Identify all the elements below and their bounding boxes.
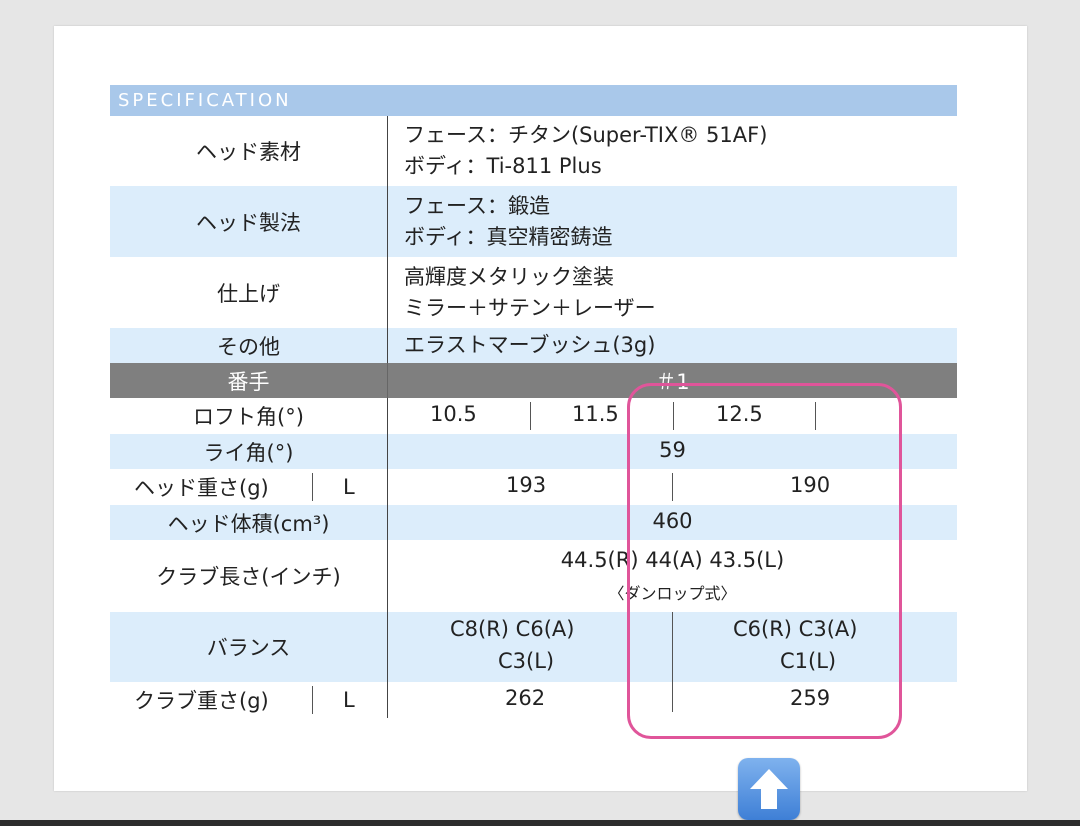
value-line: 高輝度メタリック塗装 (404, 264, 614, 289)
row-label: ヘッド重さ(g) (134, 476, 269, 500)
balance-left-line: C8(R) C6(A) (450, 617, 575, 641)
flex-label: L (343, 475, 355, 499)
row-value: 10.5 11.5 12.5 (387, 398, 957, 434)
value-line: フェース：チタン(Super-TIX® 51AF) (404, 123, 768, 147)
row-value: エラストマーブッシュ(3g) (387, 328, 957, 363)
spec-page: SPECIFICATION ヘッド素材 フェース：チタン(Super-TIX® … (54, 26, 1027, 791)
row-label: ヘッド素材 (196, 140, 301, 164)
club-length-note: 〈ダンロップ式〉 (608, 584, 737, 603)
spec-header: SPECIFICATION (110, 85, 957, 116)
row-head-volume: ヘッド体積(cm³) 460 (110, 505, 957, 540)
divider (530, 402, 531, 430)
club-weight-right: 259 (790, 686, 831, 710)
head-weight-right: 190 (790, 473, 831, 497)
row-club-length: クラブ長さ(インチ) 44.5(R) 44(A) 43.5(L) 〈ダンロップ式… (110, 540, 957, 612)
row-value: フェース：チタン(Super-TIX® 51AF) ボディ：Ti-811 Plu… (387, 116, 957, 186)
row-value: 高輝度メタリック塗装 ミラー＋サテン＋レーザー (387, 257, 957, 328)
row-head-manufacturing: ヘッド製法 フェース：鍛造 ボディ：真空精密鋳造 (110, 186, 957, 257)
row-label: ヘッド製法 (196, 210, 301, 235)
value-line: ボディ：真空精密鋳造 (404, 224, 613, 249)
row-loft: ロフト角(°) 10.5 11.5 12.5 (110, 398, 957, 434)
row-label: ヘッド体積(cm³) (167, 511, 330, 536)
row-label: クラブ重さ(g) (134, 689, 269, 713)
up-arrow-icon (750, 769, 788, 809)
balance-left-line: C3(L) (498, 649, 555, 673)
row-label: 番手 (227, 369, 270, 394)
balance-right-line: C1(L) (780, 649, 837, 673)
row-head-material: ヘッド素材 フェース：チタン(Super-TIX® 51AF) ボディ：Ti-8… (110, 116, 957, 186)
lie-value: 59 (659, 438, 686, 462)
row-label-group: クラブ重さ(g) L (110, 682, 387, 718)
value-line: ボディ：Ti-811 Plus (404, 154, 602, 178)
row-label: バランス (206, 636, 291, 660)
row-label-group: ヘッド重さ(g) L (110, 469, 387, 505)
value-line: ミラー＋サテン＋レーザー (404, 295, 656, 320)
scroll-to-top-button[interactable] (738, 758, 800, 820)
row-balance: バランス C8(R) C6(A) C3(L) C6(R) C3(A) C1(L) (110, 612, 957, 682)
row-club-weight: クラブ重さ(g) L 262 259 (110, 682, 957, 718)
bottom-bar (0, 820, 1080, 826)
balance-right-line: C6(R) C3(A) (733, 617, 858, 641)
club-length-value: 44.5(R) 44(A) 43.5(L) (560, 548, 785, 572)
row-label: その他 (217, 334, 280, 359)
spec-table: SPECIFICATION ヘッド素材 フェース：チタン(Super-TIX® … (110, 85, 957, 718)
row-value: 193 190 (387, 469, 957, 505)
divider (672, 682, 673, 712)
loft-value: 12.5 (716, 402, 763, 426)
head-weight-left: 193 (506, 473, 547, 497)
divider (672, 473, 673, 501)
club-weight-left: 262 (505, 686, 546, 710)
row-label: ロフト角(°) (193, 405, 304, 429)
row-label: 仕上げ (217, 281, 280, 306)
row-head-weight: ヘッド重さ(g) L 193 190 (110, 469, 957, 505)
number-value: ＃1 (655, 370, 690, 394)
loft-value: 11.5 (572, 402, 619, 426)
loft-value: 10.5 (430, 402, 477, 426)
row-value: 59 (387, 434, 957, 469)
row-other: その他 エラストマーブッシュ(3g) (110, 328, 957, 363)
row-value: 44.5(R) 44(A) 43.5(L) 〈ダンロップ式〉 (387, 540, 957, 612)
row-finish: 仕上げ 高輝度メタリック塗装 ミラー＋サテン＋レーザー (110, 257, 957, 328)
row-lie: ライ角(°) 59 (110, 434, 957, 469)
row-label: ライ角(°) (203, 440, 294, 465)
row-label: クラブ長さ(インチ) (156, 565, 341, 589)
value-line: フェース：鍛造 (404, 193, 550, 218)
head-volume-value: 460 (652, 509, 693, 533)
label-divider (312, 686, 313, 714)
row-value: C8(R) C6(A) C3(L) C6(R) C3(A) C1(L) (387, 612, 957, 682)
flex-label: L (343, 688, 355, 712)
row-value: フェース：鍛造 ボディ：真空精密鋳造 (387, 186, 957, 257)
divider (673, 402, 674, 430)
row-value: 262 259 (387, 682, 957, 718)
label-divider (312, 473, 313, 501)
value-line: エラストマーブッシュ(3g) (404, 333, 656, 357)
row-value: 460 (387, 505, 957, 540)
row-number: 番手 ＃1 (110, 363, 957, 398)
divider (815, 402, 816, 430)
divider (672, 612, 673, 682)
row-value: ＃1 (387, 363, 957, 398)
